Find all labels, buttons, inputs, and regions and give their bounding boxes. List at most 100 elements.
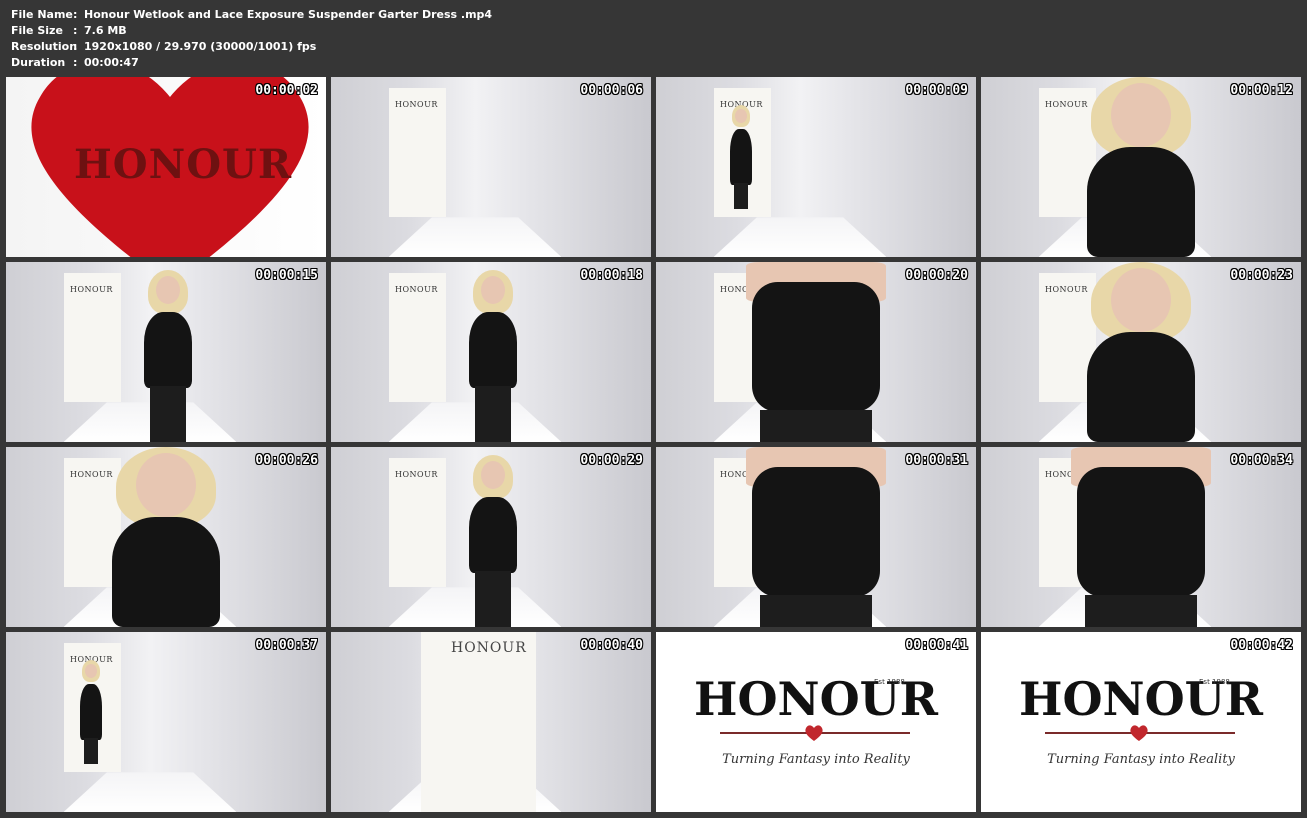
thumbnail-timestamp: 00:00:02 xyxy=(255,83,318,98)
brand-logo-text: HONOUR xyxy=(1019,672,1263,726)
model-face xyxy=(1111,83,1171,147)
thumbnail-frame[interactable]: HONOUR Est 1988 Turning Fantasy into Reali… xyxy=(981,632,1301,812)
model-face xyxy=(85,664,97,678)
thumbnail-timestamp: 00:00:15 xyxy=(255,268,318,283)
model-legs xyxy=(760,595,872,627)
thumbnail-timestamp: 00:00:26 xyxy=(255,453,318,468)
thumbnail-timestamp: 00:00:23 xyxy=(1230,268,1293,283)
thumbnail-frame[interactable]: HONOUR 00:00:20 xyxy=(656,262,976,442)
resolution-row: Resolution : 1920x1080 / 29.970 (30000/1… xyxy=(11,39,492,55)
file-size-value: 7.6 MB xyxy=(84,24,127,37)
heart-icon xyxy=(1130,725,1148,741)
thumbnail-timestamp: 00:00:31 xyxy=(905,453,968,468)
thumbnail-timestamp: 00:00:20 xyxy=(905,268,968,283)
thumbnail-timestamp: 00:00:41 xyxy=(905,638,968,653)
resolution-label: Resolution xyxy=(11,40,78,53)
separator: : xyxy=(73,8,78,21)
model-dress xyxy=(1077,467,1205,597)
model-legs xyxy=(760,410,872,442)
model-legs xyxy=(1085,595,1197,627)
thumbnail-timestamp: 00:00:34 xyxy=(1230,453,1293,468)
model-face xyxy=(481,276,505,304)
thumbnail-timestamp: 00:00:18 xyxy=(580,268,643,283)
file-name-label: File Name xyxy=(11,8,73,21)
studio-floor xyxy=(713,217,887,257)
thumbnail-frame[interactable]: HONOUR 00:00:40 xyxy=(331,632,651,812)
model-legs xyxy=(475,386,511,442)
door-logo-text: HONOUR xyxy=(70,470,113,480)
model-legs xyxy=(150,386,186,442)
model-face xyxy=(481,461,505,489)
separator: : xyxy=(73,56,78,69)
thumbnail-frame[interactable]: HONOUR 00:00:02 xyxy=(6,77,326,257)
model-face xyxy=(136,453,196,517)
thumbnail-frame[interactable]: HONOUR Est 1988 Turning Fantasy into Reali… xyxy=(656,632,976,812)
model-dress xyxy=(1087,332,1195,442)
thumbnail-frame[interactable]: HONOUR 00:00:34 xyxy=(981,447,1301,627)
model-dress xyxy=(469,497,517,573)
door-logo-text: HONOUR xyxy=(1045,285,1088,295)
file-name-value: Honour Wetlook and Lace Exposure Suspend… xyxy=(84,8,493,21)
duration-row: Duration : 00:00:47 xyxy=(11,55,492,71)
brand-est-text: Est 1988 xyxy=(874,678,905,686)
thumbnail-frame[interactable]: HONOUR 00:00:29 xyxy=(331,447,651,627)
thumbnail-frame[interactable]: HONOUR 00:00:15 xyxy=(6,262,326,442)
brand-est-text: Est 1988 xyxy=(1199,678,1230,686)
thumbnail-frame[interactable]: HONOUR00:00:37 xyxy=(6,632,326,812)
brand-logo: HONOUR Est 1988 xyxy=(656,674,976,724)
thumbnail-timestamp: 00:00:06 xyxy=(580,83,643,98)
heart-icon xyxy=(805,725,823,741)
thumbnail-timestamp: 00:00:12 xyxy=(1230,83,1293,98)
model-legs xyxy=(734,183,748,209)
model-face xyxy=(156,276,180,304)
brand-tagline: Turning Fantasy into Reality xyxy=(1047,752,1235,767)
door-logo-text: HONOUR xyxy=(395,285,438,295)
model-dress xyxy=(730,129,752,185)
model-dress xyxy=(752,467,880,597)
door-logo-text: HONOUR xyxy=(451,640,527,656)
model-dress xyxy=(469,312,517,388)
model-dress xyxy=(1087,147,1195,257)
studio-floor xyxy=(388,217,562,257)
brand-logo: HONOUR Est 1988 xyxy=(981,674,1301,724)
thumbnail-timestamp: 00:00:37 xyxy=(255,638,318,653)
model-face xyxy=(735,109,747,123)
thumbnail-timestamp: 00:00:29 xyxy=(580,453,643,468)
model-legs xyxy=(475,571,511,627)
thumbnail-timestamp: 00:00:40 xyxy=(580,638,643,653)
model-legs xyxy=(84,738,98,764)
thumbnail-frame[interactable]: HONOUR 00:00:12 xyxy=(981,77,1301,257)
thumbnail-frame[interactable]: HONOUR 00:00:31 xyxy=(656,447,976,627)
file-info-panel: File Name : Honour Wetlook and Lace Expo… xyxy=(11,7,492,71)
thumbnail-timestamp: 00:00:42 xyxy=(1230,638,1293,653)
thumbnail-frame[interactable]: HONOUR 00:00:23 xyxy=(981,262,1301,442)
resolution-value: 1920x1080 / 29.970 (30000/1001) fps xyxy=(84,40,317,53)
thumbnail-frame[interactable]: HONOUR 00:00:26 xyxy=(6,447,326,627)
thumbnail-timestamp: 00:00:09 xyxy=(905,83,968,98)
door-logo-text: HONOUR xyxy=(70,285,113,295)
brand-logo-text: HONOUR xyxy=(694,672,938,726)
separator: : xyxy=(73,40,78,53)
door-logo-text: HONOUR xyxy=(1045,100,1088,110)
model-face xyxy=(1111,268,1171,332)
brand-tagline: Turning Fantasy into Reality xyxy=(722,752,910,767)
heart-logo-text: HONOUR xyxy=(74,141,293,188)
thumbnail-frame[interactable]: HONOUR00:00:09 xyxy=(656,77,976,257)
door-logo-text: HONOUR xyxy=(395,470,438,480)
file-name-row: File Name : Honour Wetlook and Lace Expo… xyxy=(11,7,492,23)
duration-value: 00:00:47 xyxy=(84,56,139,69)
file-size-row: File Size : 7.6 MB xyxy=(11,23,492,39)
model-dress xyxy=(752,282,880,412)
door-logo-text: HONOUR xyxy=(395,100,438,110)
thumbnail-grid: HONOUR00:00:02HONOUR00:00:06HONOUR00:00:… xyxy=(6,77,1301,812)
thumbnail-frame[interactable]: HONOUR 00:00:18 xyxy=(331,262,651,442)
model-dress xyxy=(112,517,220,627)
thumbnail-frame[interactable]: HONOUR 00:00:06 xyxy=(331,77,651,257)
studio-floor xyxy=(63,772,237,812)
model-dress xyxy=(144,312,192,388)
studio-door xyxy=(420,632,536,812)
duration-label: Duration xyxy=(11,56,66,69)
file-size-label: File Size xyxy=(11,24,63,37)
model-dress xyxy=(80,684,102,740)
separator: : xyxy=(73,24,78,37)
